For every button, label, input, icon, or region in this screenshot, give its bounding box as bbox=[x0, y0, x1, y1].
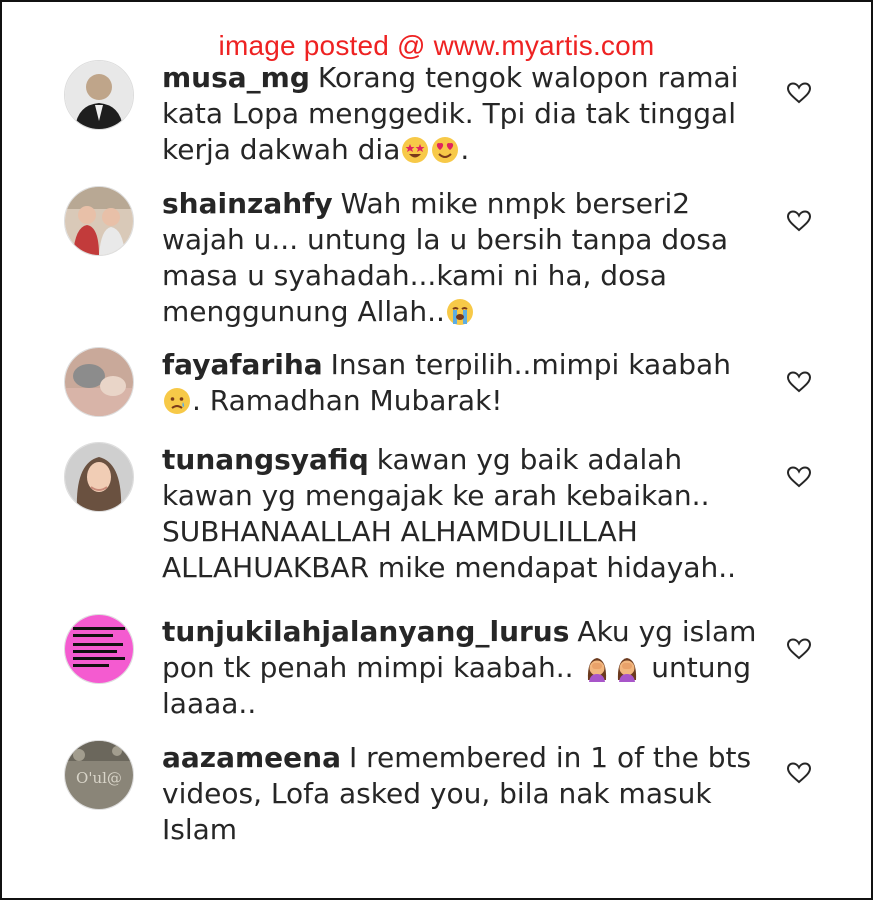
like-heart-icon[interactable] bbox=[786, 464, 812, 490]
like-heart-icon[interactable] bbox=[786, 369, 812, 395]
avatar[interactable] bbox=[64, 186, 134, 256]
loudly-crying-emoji bbox=[446, 298, 474, 326]
avatar[interactable] bbox=[64, 614, 134, 684]
comment-username[interactable]: fayafariha bbox=[162, 348, 323, 381]
comment-username[interactable]: tunangsyafiq bbox=[162, 443, 369, 476]
comment-text: tunjukilahjalanyang_lurus Aku yg islam po… bbox=[162, 614, 762, 722]
comment-username[interactable]: aazameena bbox=[162, 741, 341, 774]
comment-text: tunangsyafiq kawan yg baik adalah kawan y… bbox=[162, 442, 762, 586]
comment-username[interactable]: tunjukilahjalanyang_lurus bbox=[162, 615, 569, 648]
comment-text: fayafariha Insan terpilih..mimpi kaabah .… bbox=[162, 347, 762, 419]
like-heart-icon[interactable] bbox=[786, 80, 812, 106]
svg-text:O'ul@: O'ul@ bbox=[76, 769, 122, 787]
avatar[interactable] bbox=[64, 442, 134, 512]
comment-body-end: . bbox=[460, 133, 470, 166]
heart-eyes-emoji bbox=[431, 136, 459, 164]
facepalm-woman-emoji bbox=[583, 654, 611, 682]
comment-body-end: . Ramadhan Mubarak! bbox=[192, 384, 503, 417]
facepalm-woman-emoji bbox=[613, 654, 641, 682]
like-heart-icon[interactable] bbox=[786, 208, 812, 234]
sad-tear-emoji bbox=[163, 387, 191, 415]
star-struck-emoji bbox=[401, 136, 429, 164]
avatar[interactable]: O'ul@ bbox=[64, 740, 134, 810]
avatar[interactable] bbox=[64, 60, 134, 130]
comment-username[interactable]: shainzahfy bbox=[162, 187, 333, 220]
comment-text: musa_mg Korang tengok walopon ramai kata … bbox=[162, 60, 762, 168]
avatar[interactable] bbox=[64, 347, 134, 417]
comment-text: shainzahfy Wah mike nmpk berseri2 wajah u… bbox=[162, 186, 762, 330]
watermark: image posted @ www.myartis.com bbox=[218, 30, 655, 61]
comment-text: aazameena I remembered in 1 of the bts vi… bbox=[162, 740, 762, 848]
comment-username[interactable]: musa_mg bbox=[162, 61, 310, 94]
like-heart-icon[interactable] bbox=[786, 760, 812, 786]
like-heart-icon[interactable] bbox=[786, 636, 812, 662]
comment-body: Insan terpilih..mimpi kaabah bbox=[330, 348, 731, 381]
